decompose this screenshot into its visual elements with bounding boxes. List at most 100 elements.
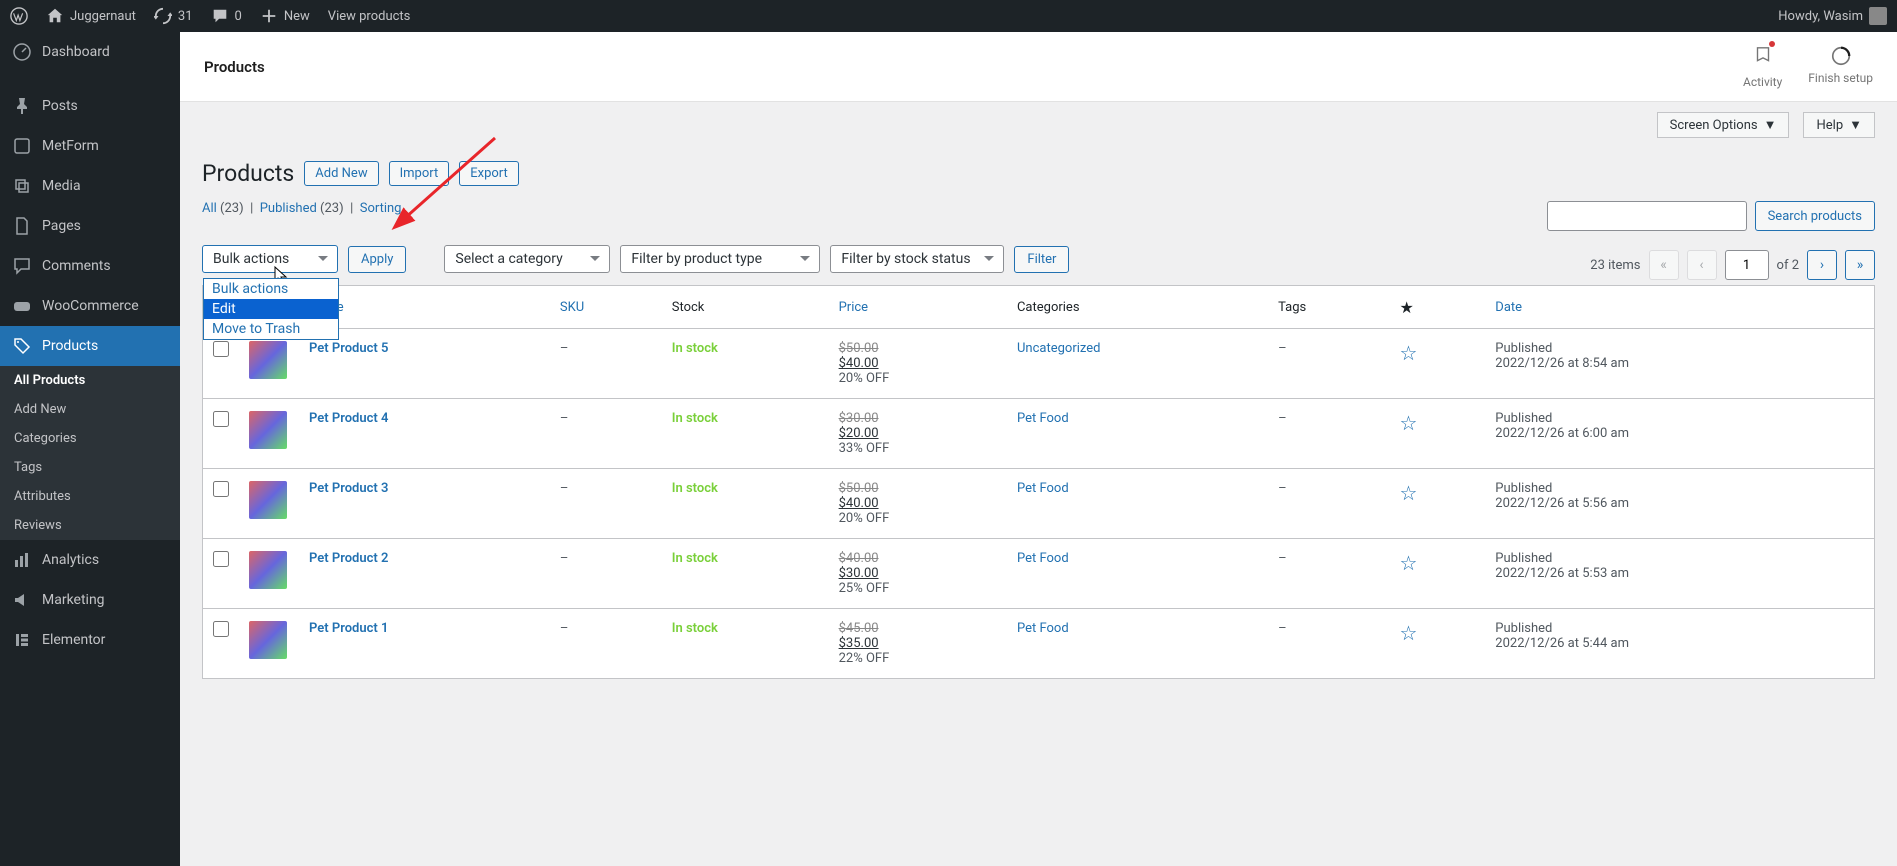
activity-button[interactable]: Activity <box>1743 45 1782 89</box>
sidebar-item-media[interactable]: Media <box>0 166 180 206</box>
product-name-link[interactable]: Pet Product 1 <box>309 621 388 636</box>
pager-prev[interactable]: ‹ <box>1687 250 1717 280</box>
filter-all[interactable]: All <box>202 201 217 216</box>
page-icon <box>12 216 32 236</box>
col-categories: Categories <box>1007 286 1268 329</box>
updates-link[interactable]: 31 <box>154 7 193 25</box>
featured-star[interactable]: ☆ <box>1400 551 1418 575</box>
pager-first[interactable]: « <box>1649 250 1679 280</box>
dropdown-option-bulk[interactable]: Bulk actions <box>204 279 338 299</box>
category-link[interactable]: Pet Food <box>1017 411 1069 426</box>
stock-status: In stock <box>672 481 718 496</box>
table-row: Pet Product 1–In stock$45.00$35.0022% OF… <box>203 609 1875 679</box>
chevron-down-icon: ▼ <box>1849 117 1862 133</box>
export-button[interactable]: Export <box>459 161 519 186</box>
search-input[interactable] <box>1547 201 1747 231</box>
submenu-tags[interactable]: Tags <box>0 453 180 482</box>
product-thumbnail[interactable] <box>249 341 287 379</box>
category-link[interactable]: Pet Food <box>1017 551 1069 566</box>
product-thumbnail[interactable] <box>249 551 287 589</box>
product-name-link[interactable]: Pet Product 4 <box>309 411 388 426</box>
site-link[interactable]: Juggernaut <box>46 7 136 25</box>
admin-bar: Juggernaut 31 0 New View products Howdy,… <box>0 0 1897 32</box>
cell-date: Published2022/12/26 at 5:53 am <box>1485 539 1874 609</box>
product-name-link[interactable]: Pet Product 2 <box>309 551 388 566</box>
product-thumbnail[interactable] <box>249 411 287 449</box>
product-name-link[interactable]: Pet Product 3 <box>309 481 388 496</box>
product-name-link[interactable]: Pet Product 5 <box>309 341 388 356</box>
row-checkbox[interactable] <box>213 411 229 427</box>
col-featured: ★ <box>1390 286 1486 329</box>
help-tab[interactable]: Help ▼ <box>1803 112 1875 138</box>
sidebar-item-metform[interactable]: MetForm <box>0 126 180 166</box>
status-filters: All (23) | Published (23) | Sorting <box>202 201 401 216</box>
featured-star[interactable]: ☆ <box>1400 341 1418 365</box>
row-checkbox[interactable] <box>213 551 229 567</box>
stock-status-select[interactable]: Filter by stock status <box>830 245 1004 273</box>
cell-date: Published2022/12/26 at 6:00 am <box>1485 399 1874 469</box>
sidebar-item-elementor[interactable]: Elementor <box>0 620 180 660</box>
featured-star[interactable]: ☆ <box>1400 621 1418 645</box>
sidebar-item-analytics[interactable]: Analytics <box>0 540 180 580</box>
sidebar-item-comments[interactable]: Comments <box>0 246 180 286</box>
table-row: Pet Product 5–In stock$50.00$40.0020% OF… <box>203 329 1875 399</box>
filter-sorting[interactable]: Sorting <box>360 201 402 216</box>
cell-price: $50.00$40.0020% OFF <box>829 469 1007 539</box>
featured-star[interactable]: ☆ <box>1400 411 1418 435</box>
category-link[interactable]: Pet Food <box>1017 621 1069 636</box>
product-type-select[interactable]: Filter by product type <box>620 245 820 273</box>
comments-link[interactable]: 0 <box>211 7 242 25</box>
import-button[interactable]: Import <box>389 161 450 186</box>
submenu-categories[interactable]: Categories <box>0 424 180 453</box>
category-link[interactable]: Uncategorized <box>1017 341 1100 356</box>
submenu-reviews[interactable]: Reviews <box>0 511 180 540</box>
search-button[interactable]: Search products <box>1755 201 1875 231</box>
product-thumbnail[interactable] <box>249 481 287 519</box>
updates-count: 31 <box>178 9 193 24</box>
products-icon <box>12 336 32 356</box>
sidebar-item-posts[interactable]: Posts <box>0 86 180 126</box>
submenu-add-new[interactable]: Add New <box>0 395 180 424</box>
category-select[interactable]: Select a category <box>444 245 610 273</box>
analytics-icon <box>12 550 32 570</box>
wp-logo-icon[interactable] <box>10 7 28 25</box>
sidebar-item-marketing[interactable]: Marketing <box>0 580 180 620</box>
elementor-icon <box>12 630 32 650</box>
avatar-icon <box>1869 7 1887 25</box>
apply-button[interactable]: Apply <box>348 246 406 273</box>
table-row: Pet Product 3–In stock$50.00$40.0020% OF… <box>203 469 1875 539</box>
col-date[interactable]: Date <box>1485 286 1874 329</box>
product-thumbnail[interactable] <box>249 621 287 659</box>
dropdown-option-edit[interactable]: Edit <box>204 299 338 319</box>
row-checkbox[interactable] <box>213 481 229 497</box>
sidebar-item-pages[interactable]: Pages <box>0 206 180 246</box>
col-price[interactable]: Price <box>829 286 1007 329</box>
pager-current[interactable] <box>1725 250 1769 280</box>
dropdown-option-trash[interactable]: Move to Trash <box>204 319 338 339</box>
filter-button[interactable]: Filter <box>1014 246 1069 273</box>
pager-last[interactable]: » <box>1845 250 1875 280</box>
woo-header-title: Products <box>204 58 265 76</box>
sidebar-item-dashboard[interactable]: Dashboard <box>0 32 180 72</box>
finish-setup-button[interactable]: Finish setup <box>1808 45 1873 89</box>
pager-next[interactable]: › <box>1807 250 1837 280</box>
col-sku[interactable]: SKU <box>550 286 662 329</box>
new-link[interactable]: New <box>260 7 310 25</box>
row-checkbox[interactable] <box>213 621 229 637</box>
cell-date: Published2022/12/26 at 8:54 am <box>1485 329 1874 399</box>
screen-options-tab[interactable]: Screen Options ▼ <box>1657 112 1790 138</box>
category-link[interactable]: Pet Food <box>1017 481 1069 496</box>
sidebar-item-woocommerce[interactable]: WooCommerce <box>0 286 180 326</box>
site-name: Juggernaut <box>70 9 136 24</box>
add-new-button[interactable]: Add New <box>304 161 378 186</box>
submenu-all-products[interactable]: All Products <box>0 366 180 395</box>
filter-published[interactable]: Published <box>260 201 317 216</box>
submenu-attributes[interactable]: Attributes <box>0 482 180 511</box>
user-greeting[interactable]: Howdy, Wasim <box>1778 7 1887 25</box>
featured-star[interactable]: ☆ <box>1400 481 1418 505</box>
view-products-link[interactable]: View products <box>328 9 411 24</box>
bulk-actions-select[interactable]: Bulk actions Bulk actions Edit Move to T… <box>202 245 338 273</box>
row-checkbox[interactable] <box>213 341 229 357</box>
sidebar-item-products[interactable]: Products <box>0 326 180 366</box>
cell-price: $45.00$35.0022% OFF <box>829 609 1007 679</box>
